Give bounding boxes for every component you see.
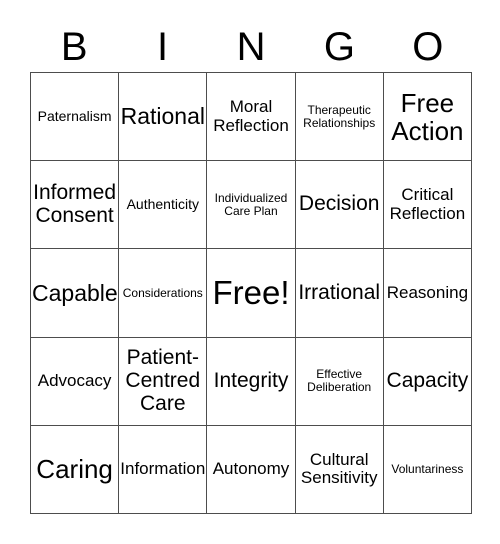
bingo-cell-b5[interactable]: Caring [31, 425, 120, 514]
bingo-cell-g5[interactable]: Cultural Sensitivity [295, 425, 384, 514]
bingo-cell-n5[interactable]: Autonomy [207, 425, 296, 514]
bingo-cell-o3[interactable]: Reasoning [383, 249, 472, 338]
bingo-cell-free-space[interactable]: Free! [207, 249, 296, 338]
bingo-card: B I N G O Paternalism Rational Moral Ref… [0, 0, 500, 544]
bingo-grid: Paternalism Rational Moral Reflection Th… [30, 72, 472, 514]
bingo-cell-label: Autonomy [212, 459, 290, 479]
bingo-cell-label: Advocacy [37, 371, 112, 391]
bingo-cell-label: Integrity [213, 368, 289, 392]
bingo-cell-o5[interactable]: Voluntariness [383, 425, 472, 514]
bingo-cell-g2[interactable]: Decision [295, 161, 384, 250]
bingo-cell-o4[interactable]: Capacity [383, 337, 472, 426]
bingo-header-row: B I N G O [30, 22, 472, 72]
bingo-cell-label: Free Action [391, 87, 464, 146]
bingo-cell-n1[interactable]: Moral Reflection [207, 73, 296, 162]
bingo-cell-g4[interactable]: Effective Deliberation [295, 337, 384, 426]
header-letter-g: G [323, 25, 355, 69]
bingo-cell-label: Therapeutic Relationships [303, 102, 376, 130]
bingo-cell-n2[interactable]: Individualized Care Plan [207, 161, 296, 250]
bingo-cell-o2[interactable]: Critical Reflection [383, 161, 472, 250]
bingo-cell-label: Cultural Sensitivity [300, 450, 378, 488]
bingo-cell-label: Voluntariness [391, 461, 464, 476]
bingo-cell-label: Moral Reflection [213, 97, 289, 135]
bingo-cell-label: Decision [298, 192, 380, 216]
bingo-cell-b2[interactable]: Informed Consent [31, 161, 120, 250]
bingo-cell-label: Patient-Centred Care [125, 346, 201, 415]
bingo-cell-label: Authenticity [126, 196, 199, 213]
bingo-cell-i5[interactable]: Information [119, 425, 208, 514]
bingo-cell-o1[interactable]: Free Action [383, 73, 472, 162]
bingo-cell-label: Considerations [122, 285, 203, 300]
bingo-cell-label: Individualized Care Plan [214, 190, 288, 218]
bingo-cell-label: Informed Consent [33, 181, 117, 227]
bingo-cell-label: Effective Deliberation [307, 367, 372, 395]
bingo-cell-n4[interactable]: Integrity [207, 337, 296, 426]
bingo-cell-i1[interactable]: Rational [119, 73, 208, 162]
header-letter-n: N [236, 25, 266, 69]
bingo-cell-label: Caring [36, 454, 113, 485]
bingo-cell-label: Capacity [386, 368, 469, 392]
bingo-cell-label: Capable [32, 279, 118, 306]
header-letter-o: O [412, 25, 444, 69]
bingo-cell-label: Irrational [298, 280, 381, 304]
bingo-cell-i2[interactable]: Authenticity [119, 161, 208, 250]
header-letter-b: B [60, 25, 88, 69]
bingo-cell-label: Reasoning [386, 282, 469, 302]
bingo-cell-g3[interactable]: Irrational [295, 249, 384, 338]
bingo-cell-i3[interactable]: Considerations [119, 249, 208, 338]
bingo-cell-label: Critical Reflection [389, 185, 466, 223]
bingo-cell-label: Paternalism [37, 108, 112, 125]
free-space-label: Free! [212, 274, 290, 312]
bingo-cell-label: Information [120, 459, 206, 479]
bingo-cell-b4[interactable]: Advocacy [31, 337, 120, 426]
bingo-cell-label: Rational [120, 103, 205, 130]
bingo-cell-g1[interactable]: Therapeutic Relationships [295, 73, 384, 162]
bingo-cell-b3[interactable]: Capable [31, 249, 120, 338]
bingo-cell-b1[interactable]: Paternalism [31, 73, 120, 162]
header-letter-i: I [157, 25, 169, 69]
bingo-cell-i4[interactable]: Patient-Centred Care [119, 337, 208, 426]
